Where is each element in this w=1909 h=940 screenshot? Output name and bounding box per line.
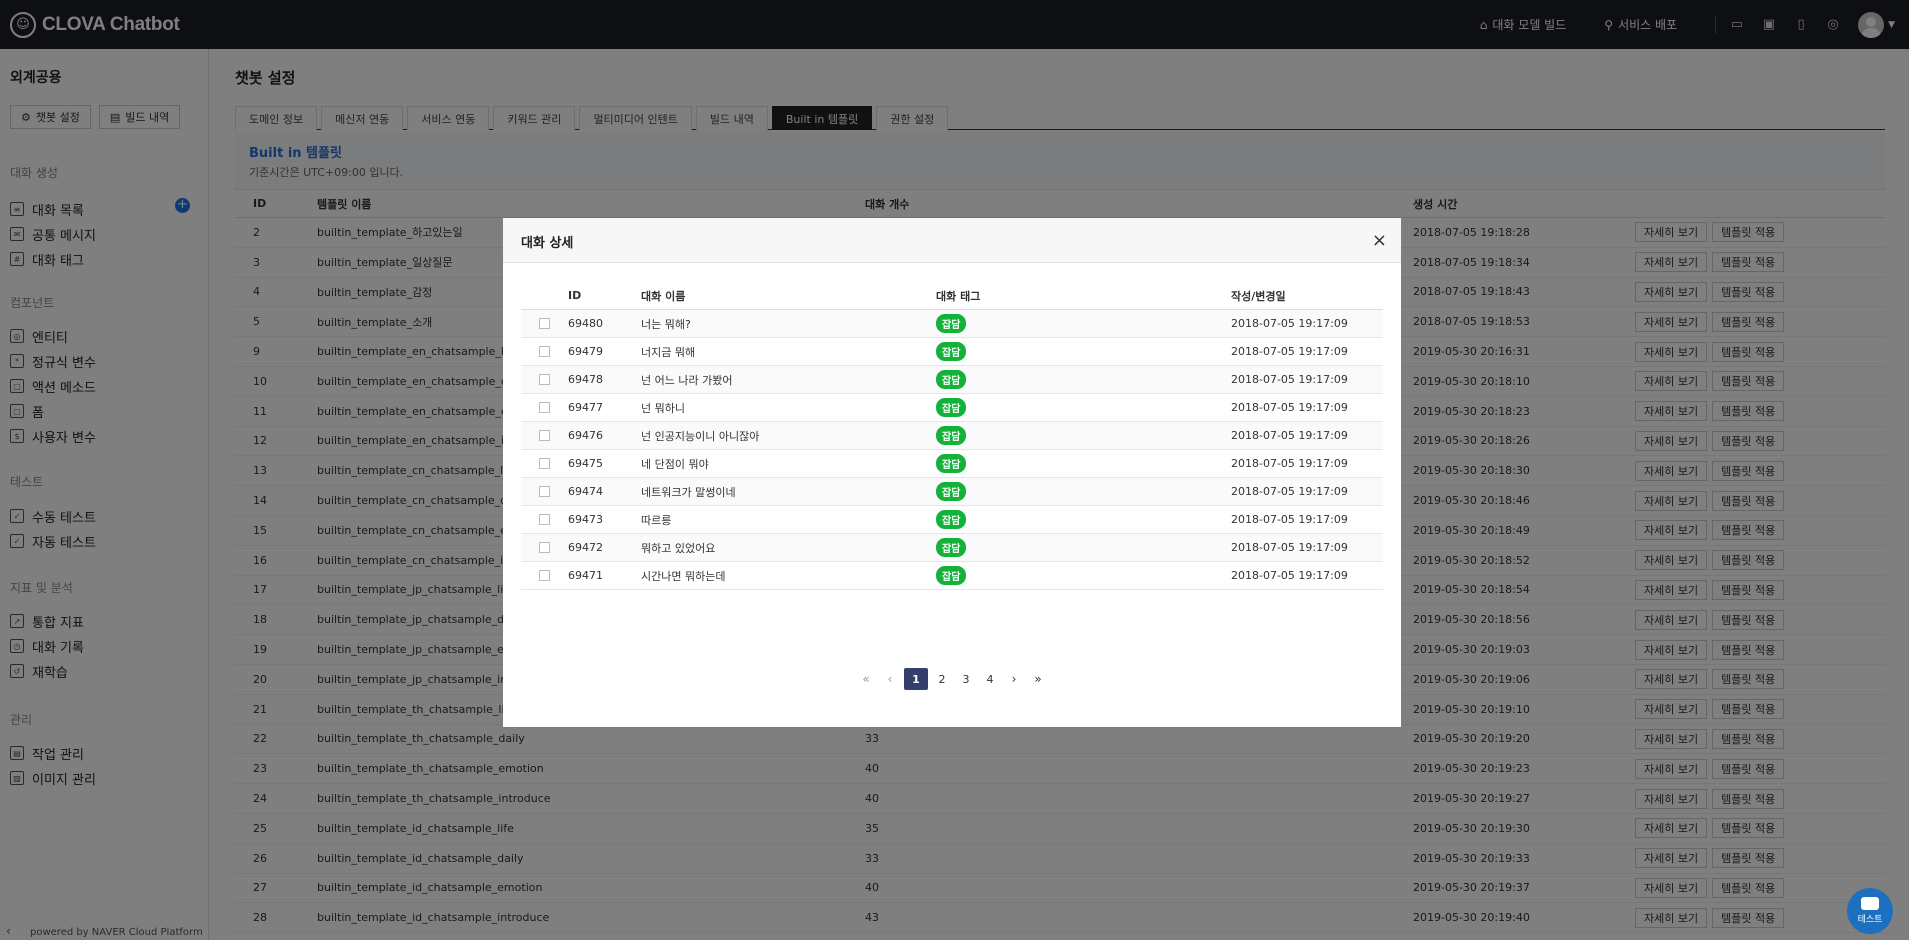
dialog-tag-badge: 잡담 (936, 538, 967, 557)
row-checkbox[interactable] (539, 346, 550, 357)
dialog-id: 69478 (568, 373, 603, 386)
dialog-date: 2018-07-05 19:17:09 (1231, 345, 1348, 358)
row-checkbox[interactable] (539, 402, 550, 413)
row-checkbox[interactable] (539, 486, 550, 497)
dialog-row: 69473 따르릉 잡담 2018-07-05 19:17:09 (521, 506, 1383, 534)
dialog-date: 2018-07-05 19:17:09 (1231, 569, 1348, 582)
dialog-date: 2018-07-05 19:17:09 (1231, 485, 1348, 498)
pagination: « ‹ 1234 › » (503, 668, 1401, 690)
dialog-row: 69478 넌 어느 나라 가봤어 잡담 2018-07-05 19:17:09 (521, 366, 1383, 394)
dialog-tag-badge: 잡담 (936, 426, 967, 445)
dialog-row: 69474 네트워크가 말썽이네 잡담 2018-07-05 19:17:09 (521, 478, 1383, 506)
dialog-table-header: ID 대화 이름 대화 태그 작성/변경일 (521, 282, 1383, 310)
dialog-id: 69479 (568, 345, 603, 358)
page-number-3[interactable]: 3 (956, 669, 976, 689)
dialog-name[interactable]: 너지금 뭐해 (641, 344, 936, 360)
page-number-1[interactable]: 1 (904, 668, 928, 690)
next-page-icon[interactable]: › (1004, 669, 1024, 689)
dialog-tag-badge: 잡담 (936, 482, 967, 501)
dialog-id: 69475 (568, 457, 603, 470)
dialog-tag-badge: 잡담 (936, 342, 967, 361)
dialog-id: 69473 (568, 513, 603, 526)
first-page-icon[interactable]: « (856, 669, 876, 689)
dialog-date: 2018-07-05 19:17:09 (1231, 317, 1348, 330)
dialog-id: 69471 (568, 569, 603, 582)
row-checkbox[interactable] (539, 374, 550, 385)
page-number-2[interactable]: 2 (932, 669, 952, 689)
dialog-name[interactable]: 너는 뭐해? (641, 316, 936, 332)
dialog-row: 69471 시간나면 뭐하는데 잡담 2018-07-05 19:17:09 (521, 562, 1383, 590)
dialog-tag-badge: 잡담 (936, 370, 967, 389)
dialog-row: 69472 뭐하고 있었어요 잡담 2018-07-05 19:17:09 (521, 534, 1383, 562)
dialog-name[interactable]: 시간나면 뭐하는데 (641, 568, 936, 584)
chat-bubble-icon (1861, 897, 1879, 910)
dialog-date: 2018-07-05 19:17:09 (1231, 429, 1348, 442)
dialog-date: 2018-07-05 19:17:09 (1231, 457, 1348, 470)
last-page-icon[interactable]: » (1028, 669, 1048, 689)
dialog-row: 69479 너지금 뭐해 잡담 2018-07-05 19:17:09 (521, 338, 1383, 366)
row-checkbox[interactable] (539, 430, 550, 441)
dialog-date: 2018-07-05 19:17:09 (1231, 401, 1348, 414)
dialog-table: ID 대화 이름 대화 태그 작성/변경일 69480 너는 뭐해? 잡담 2018-… (521, 282, 1383, 590)
close-icon[interactable]: × (1372, 230, 1387, 251)
dialog-row: 69480 너는 뭐해? 잡담 2018-07-05 19:17:09 (521, 310, 1383, 338)
dialog-row: 69476 넌 인공지능이니 아니잖아 잡담 2018-07-05 19:17:09 (521, 422, 1383, 450)
dialog-id: 69472 (568, 541, 603, 554)
dialog-tag-badge: 잡담 (936, 510, 967, 529)
row-checkbox[interactable] (539, 458, 550, 469)
dialog-id: 69474 (568, 485, 603, 498)
modal-title: 대화 상세 (521, 236, 574, 251)
dialog-name[interactable]: 네 단점이 뭐야 (641, 456, 936, 472)
row-checkbox[interactable] (539, 570, 550, 581)
dialog-date: 2018-07-05 19:17:09 (1231, 541, 1348, 554)
row-checkbox[interactable] (539, 542, 550, 553)
test-chat-button[interactable]: 테스트 (1847, 888, 1893, 934)
dialog-tag-badge: 잡담 (936, 566, 967, 585)
dialog-date: 2018-07-05 19:17:09 (1231, 513, 1348, 526)
dialog-tag-badge: 잡담 (936, 398, 967, 417)
dialog-name[interactable]: 넌 어느 나라 가봤어 (641, 372, 936, 388)
dialog-name[interactable]: 넌 뭐하니 (641, 400, 936, 416)
dialog-name[interactable]: 따르릉 (641, 512, 936, 528)
dialog-detail-modal: 대화 상세 × ID 대화 이름 대화 태그 작성/변경일 69480 너는 뭐해… (503, 218, 1401, 727)
dialog-name[interactable]: 넌 인공지능이니 아니잖아 (641, 428, 936, 444)
dialog-date: 2018-07-05 19:17:09 (1231, 373, 1348, 386)
dialog-id: 69476 (568, 429, 603, 442)
modal-header: 대화 상세 × (503, 218, 1401, 263)
dialog-row: 69477 넌 뭐하니 잡담 2018-07-05 19:17:09 (521, 394, 1383, 422)
dialog-id: 69480 (568, 317, 603, 330)
dialog-row: 69475 네 단점이 뭐야 잡담 2018-07-05 19:17:09 (521, 450, 1383, 478)
dialog-tag-badge: 잡담 (936, 314, 967, 333)
page-number-4[interactable]: 4 (980, 669, 1000, 689)
dialog-table-body: 69480 너는 뭐해? 잡담 2018-07-05 19:17:09 69479 너지금… (521, 310, 1383, 590)
prev-page-icon[interactable]: ‹ (880, 669, 900, 689)
dialog-name[interactable]: 뭐하고 있었어요 (641, 540, 936, 556)
row-checkbox[interactable] (539, 514, 550, 525)
dialog-id: 69477 (568, 401, 603, 414)
row-checkbox[interactable] (539, 318, 550, 329)
dialog-tag-badge: 잡담 (936, 454, 967, 473)
dialog-name[interactable]: 네트워크가 말썽이네 (641, 484, 936, 500)
